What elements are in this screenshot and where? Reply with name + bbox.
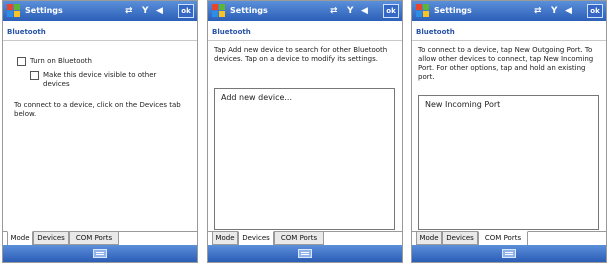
windows-flag-icon[interactable]: [212, 4, 226, 18]
checkbox-label: Turn on Bluetooth: [30, 57, 92, 65]
antenna-signal-icon[interactable]: Y: [142, 5, 149, 17]
turn-on-bluetooth-checkbox[interactable]: Turn on Bluetooth: [17, 57, 192, 67]
tab-mode[interactable]: Mode: [7, 231, 33, 246]
tab-devices[interactable]: Devices: [442, 232, 478, 245]
port-list[interactable]: New Incoming Port: [418, 95, 599, 230]
tab-com-ports[interactable]: COM Ports: [274, 232, 324, 245]
antenna-signal-icon[interactable]: Y: [347, 5, 354, 17]
title-bar: Settings ⇄ Y ◀ ok: [208, 1, 402, 21]
antenna-signal-icon[interactable]: Y: [551, 5, 558, 17]
tab-devices[interactable]: Devices: [238, 231, 274, 246]
checkbox-box[interactable]: [17, 57, 26, 66]
window-title: Settings: [434, 6, 472, 15]
keyboard-icon[interactable]: [502, 249, 516, 258]
divider: [412, 40, 606, 41]
tab-devices[interactable]: Devices: [33, 232, 69, 245]
menu-bar: [412, 245, 606, 262]
device-list[interactable]: Add new device...: [214, 88, 395, 230]
instruction-text: Tap Add new device to search for other B…: [214, 46, 388, 63]
ok-button[interactable]: ok: [383, 4, 399, 18]
visible-device-checkbox[interactable]: Make this device visible to other device…: [30, 71, 170, 91]
tab-com-ports[interactable]: COM Ports: [478, 231, 528, 246]
sync-arrows-icon[interactable]: ⇄: [534, 5, 542, 17]
tab-mode[interactable]: Mode: [212, 232, 238, 245]
sync-arrows-icon[interactable]: ⇄: [125, 5, 133, 17]
windows-flag-icon[interactable]: [7, 4, 21, 18]
keyboard-icon[interactable]: [93, 249, 107, 258]
menu-bar: [3, 245, 197, 262]
divider: [3, 40, 197, 41]
settings-screen-mode: Settings ⇄ Y ◀ ok Bluetooth Turn on Blue…: [2, 0, 198, 263]
window-title: Settings: [25, 6, 63, 15]
settings-screen-com-ports: Settings ⇄ Y ◀ ok Bluetooth To connect t…: [411, 0, 607, 263]
section-title: Bluetooth: [416, 28, 455, 36]
new-incoming-port-item[interactable]: New Incoming Port: [425, 100, 500, 109]
settings-screen-devices: Settings ⇄ Y ◀ ok Bluetooth Tap Add new …: [207, 0, 403, 263]
checkbox-label: Make this device visible to other device…: [43, 71, 157, 88]
speaker-volume-icon[interactable]: ◀: [565, 5, 572, 17]
speaker-volume-icon[interactable]: ◀: [156, 5, 163, 17]
tab-mode[interactable]: Mode: [416, 232, 442, 245]
sync-arrows-icon[interactable]: ⇄: [330, 5, 338, 17]
title-bar: Settings ⇄ Y ◀ ok: [412, 1, 606, 21]
instruction-text: To connect to a device, click on the Dev…: [14, 101, 181, 118]
section-title: Bluetooth: [212, 28, 251, 36]
add-new-device-item[interactable]: Add new device...: [221, 93, 292, 102]
speaker-volume-icon[interactable]: ◀: [361, 5, 368, 17]
checkbox-box[interactable]: [30, 71, 39, 80]
ok-button[interactable]: ok: [587, 4, 603, 18]
ok-button[interactable]: ok: [178, 4, 194, 18]
keyboard-icon[interactable]: [298, 249, 312, 258]
tab-com-ports[interactable]: COM Ports: [69, 232, 119, 245]
window-title: Settings: [230, 6, 268, 15]
instruction-text: To connect to a device, tap New Outgoing…: [418, 46, 594, 81]
section-title: Bluetooth: [7, 28, 46, 36]
title-bar: Settings ⇄ Y ◀ ok: [3, 1, 197, 21]
windows-flag-icon[interactable]: [416, 4, 430, 18]
menu-bar: [208, 245, 402, 262]
divider: [208, 40, 402, 41]
